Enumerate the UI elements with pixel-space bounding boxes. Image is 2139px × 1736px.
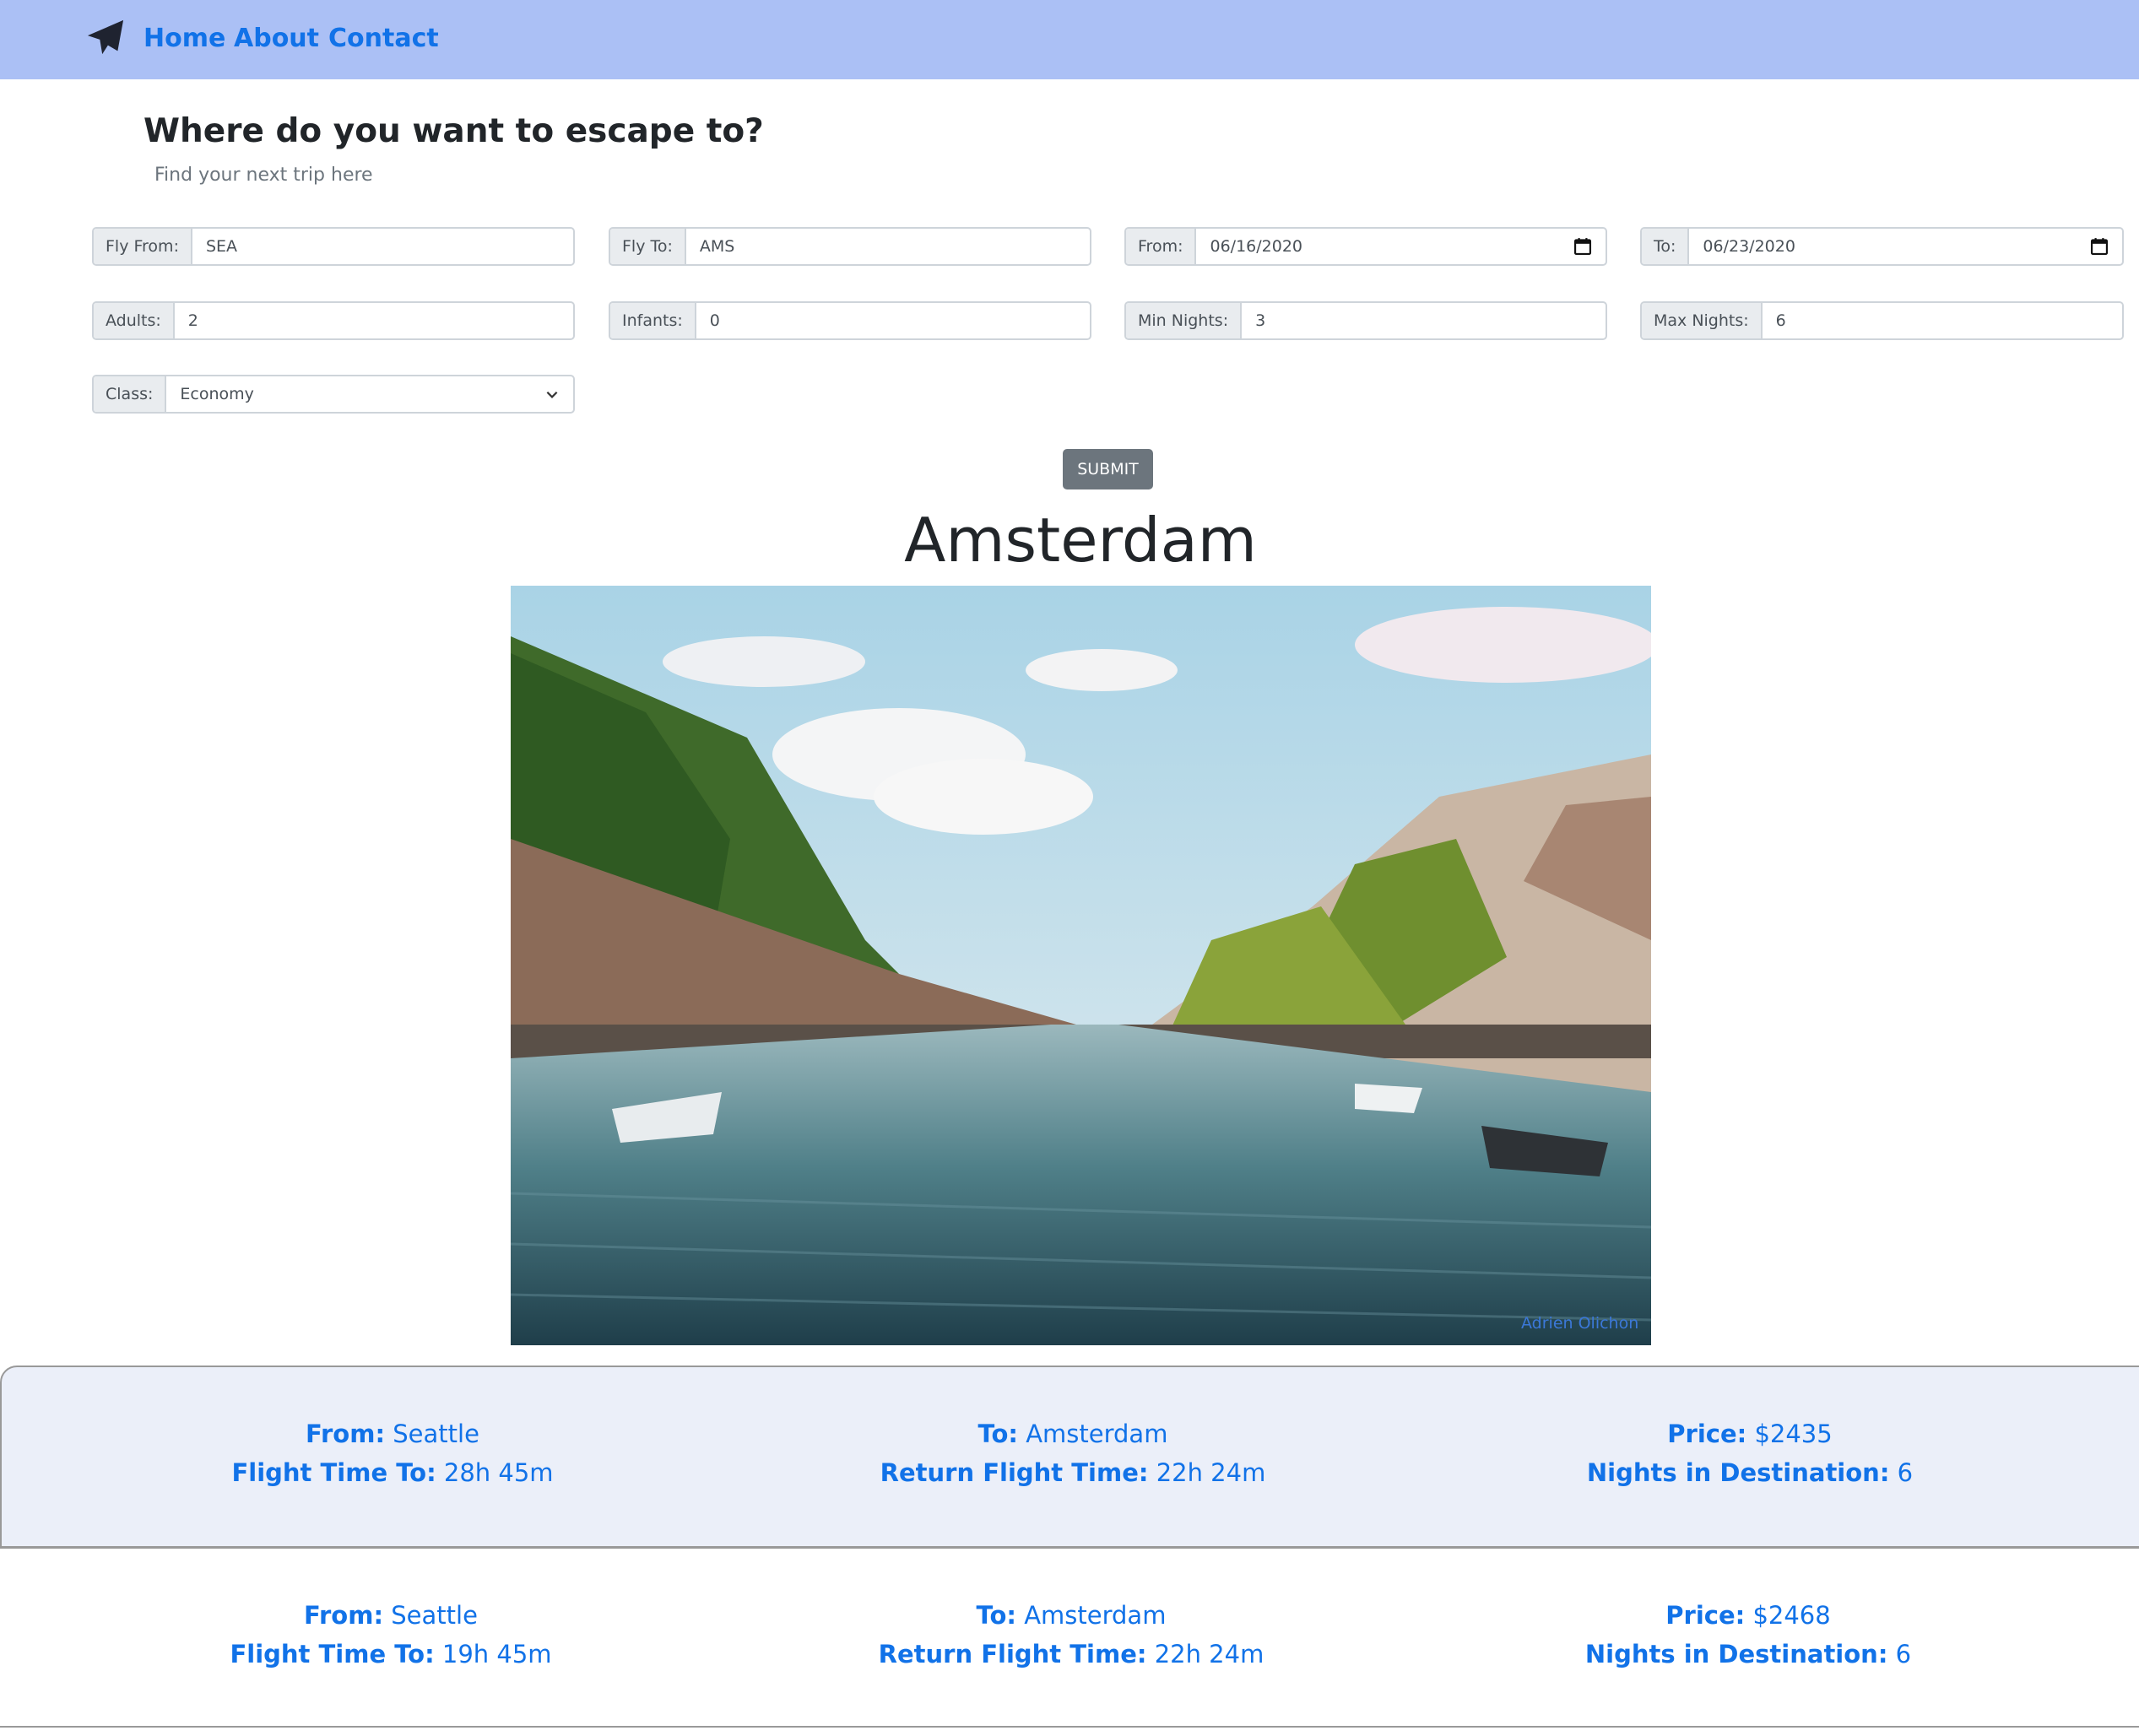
infants-value: 0	[709, 311, 720, 330]
fly-to-input[interactable]: AMS	[686, 229, 1090, 264]
class-select-value: Economy	[180, 385, 254, 403]
fly-from-label: Fly From:	[94, 229, 192, 264]
fly-to-group: Fly To: AMS	[609, 227, 1091, 266]
date-from-value: 06/16/2020	[1210, 237, 1302, 256]
flight-time-label: Flight Time To:	[231, 1458, 436, 1487]
nights-value: 6	[1897, 1458, 1914, 1487]
calendar-icon[interactable]	[2090, 237, 2109, 256]
from-value: Seattle	[393, 1420, 479, 1448]
result-return-time-line: Return Flight Time: 22h 24m	[818, 1635, 1324, 1674]
nav-link-home[interactable]: Home	[144, 22, 225, 56]
submit-button[interactable]: SUBMIT	[1063, 449, 1153, 489]
min-nights-label: Min Nights:	[1126, 303, 1243, 338]
destination-title: Amsterdam	[904, 505, 1257, 576]
result-nights-line: Nights in Destination: 6	[1497, 1453, 2003, 1492]
adults-value: 2	[187, 311, 198, 330]
result-price-line: Price: $2435	[1497, 1414, 2003, 1453]
result-return-time-line: Return Flight Time: 22h 24m	[820, 1453, 1326, 1492]
return-time-label: Return Flight Time:	[880, 1458, 1149, 1487]
date-to-input[interactable]: 06/23/2020	[1689, 229, 2122, 264]
paper-plane-icon[interactable]	[86, 19, 125, 57]
page-subtitle: Find your next trip here	[154, 165, 373, 186]
from-value: Seattle	[391, 1601, 478, 1630]
result-to-line: To: Amsterdam	[818, 1596, 1324, 1635]
to-label: To:	[977, 1420, 1018, 1448]
nav-link-contact[interactable]: Contact	[328, 22, 439, 56]
date-to-group: To: 06/23/2020	[1640, 227, 2124, 266]
class-group: Class: Economy	[92, 375, 575, 414]
date-from-group: From: 06/16/2020	[1124, 227, 1607, 266]
date-from-input[interactable]: 06/16/2020	[1196, 229, 1606, 264]
fly-from-group: Fly From: SEA	[92, 227, 575, 266]
infants-group: Infants: 0	[609, 301, 1091, 340]
fly-to-value: AMS	[699, 237, 735, 256]
page-title: Where do you want to escape to?	[144, 112, 764, 150]
price-label: Price:	[1667, 1420, 1747, 1448]
fly-from-value: SEA	[205, 237, 238, 256]
nights-label: Nights in Destination:	[1584, 1640, 1888, 1668]
result-to-line: To: Amsterdam	[820, 1414, 1326, 1453]
result-price-line: Price: $2468	[1495, 1596, 2001, 1635]
max-nights-input[interactable]: 6	[1763, 303, 2122, 338]
return-time-value: 22h 24m	[1154, 1640, 1264, 1668]
date-to-label: To:	[1642, 229, 1690, 264]
return-time-label: Return Flight Time:	[878, 1640, 1147, 1668]
class-select[interactable]: Economy	[166, 376, 573, 412]
result-origin: From: Seattle Flight Time To: 28h 45m	[139, 1414, 646, 1492]
max-nights-label: Max Nights:	[1642, 303, 1763, 338]
to-value: Amsterdam	[1026, 1420, 1168, 1448]
price-value: $2435	[1754, 1420, 1833, 1448]
fly-from-input[interactable]: SEA	[192, 229, 573, 264]
result-flight-time-line: Flight Time To: 28h 45m	[139, 1453, 646, 1492]
return-time-value: 22h 24m	[1156, 1458, 1266, 1487]
chevron-down-icon	[546, 391, 558, 398]
result-nights-line: Nights in Destination: 6	[1495, 1635, 2001, 1674]
nav-link-about[interactable]: About	[234, 22, 319, 56]
destination-photo	[511, 586, 1651, 1345]
result-price: Price: $2468 Nights in Destination: 6	[1495, 1596, 2001, 1674]
flight-time-value: 28h 45m	[443, 1458, 554, 1487]
result-from-line: From: Seattle	[138, 1596, 644, 1635]
min-nights-value: 3	[1255, 311, 1266, 330]
to-value: Amsterdam	[1024, 1601, 1167, 1630]
calendar-icon[interactable]	[1573, 237, 1592, 256]
fly-to-label: Fly To:	[610, 229, 686, 264]
to-label: To:	[976, 1601, 1016, 1630]
result-origin: From: Seattle Flight Time To: 19h 45m	[138, 1596, 644, 1674]
result-divider	[0, 1726, 2139, 1728]
flight-time-value: 19h 45m	[441, 1640, 552, 1668]
max-nights-group: Max Nights: 6	[1640, 301, 2124, 340]
result-destination: To: Amsterdam Return Flight Time: 22h 24…	[818, 1596, 1324, 1674]
max-nights-value: 6	[1775, 311, 1786, 330]
result-flight-time-line: Flight Time To: 19h 45m	[138, 1635, 644, 1674]
result-from-line: From: Seattle	[139, 1414, 646, 1453]
infants-input[interactable]: 0	[696, 303, 1090, 338]
class-label: Class:	[94, 376, 167, 412]
infants-label: Infants:	[610, 303, 696, 338]
price-value: $2468	[1752, 1601, 1831, 1630]
date-to-value: 06/23/2020	[1703, 237, 1795, 256]
from-label: From:	[304, 1601, 384, 1630]
nights-label: Nights in Destination:	[1586, 1458, 1890, 1487]
photo-credit-link[interactable]: Adrien Olichon	[1521, 1313, 1638, 1333]
result-destination: To: Amsterdam Return Flight Time: 22h 24…	[820, 1414, 1326, 1492]
date-from-label: From:	[1126, 229, 1197, 264]
min-nights-group: Min Nights: 3	[1124, 301, 1607, 340]
price-label: Price:	[1665, 1601, 1746, 1630]
adults-label: Adults:	[94, 303, 175, 338]
result-price: Price: $2435 Nights in Destination: 6	[1497, 1414, 2003, 1492]
flight-result-card[interactable]: From: Seattle Flight Time To: 19h 45m To…	[0, 1547, 2139, 1728]
nights-value: 6	[1895, 1640, 1912, 1668]
from-label: From:	[306, 1420, 386, 1448]
flight-result-card[interactable]: From: Seattle Flight Time To: 28h 45m To…	[0, 1366, 2139, 1548]
navbar: Home About Contact	[0, 0, 2139, 79]
min-nights-input[interactable]: 3	[1242, 303, 1606, 338]
flight-time-label: Flight Time To:	[230, 1640, 435, 1668]
adults-group: Adults: 2	[92, 301, 575, 340]
adults-input[interactable]: 2	[175, 303, 573, 338]
